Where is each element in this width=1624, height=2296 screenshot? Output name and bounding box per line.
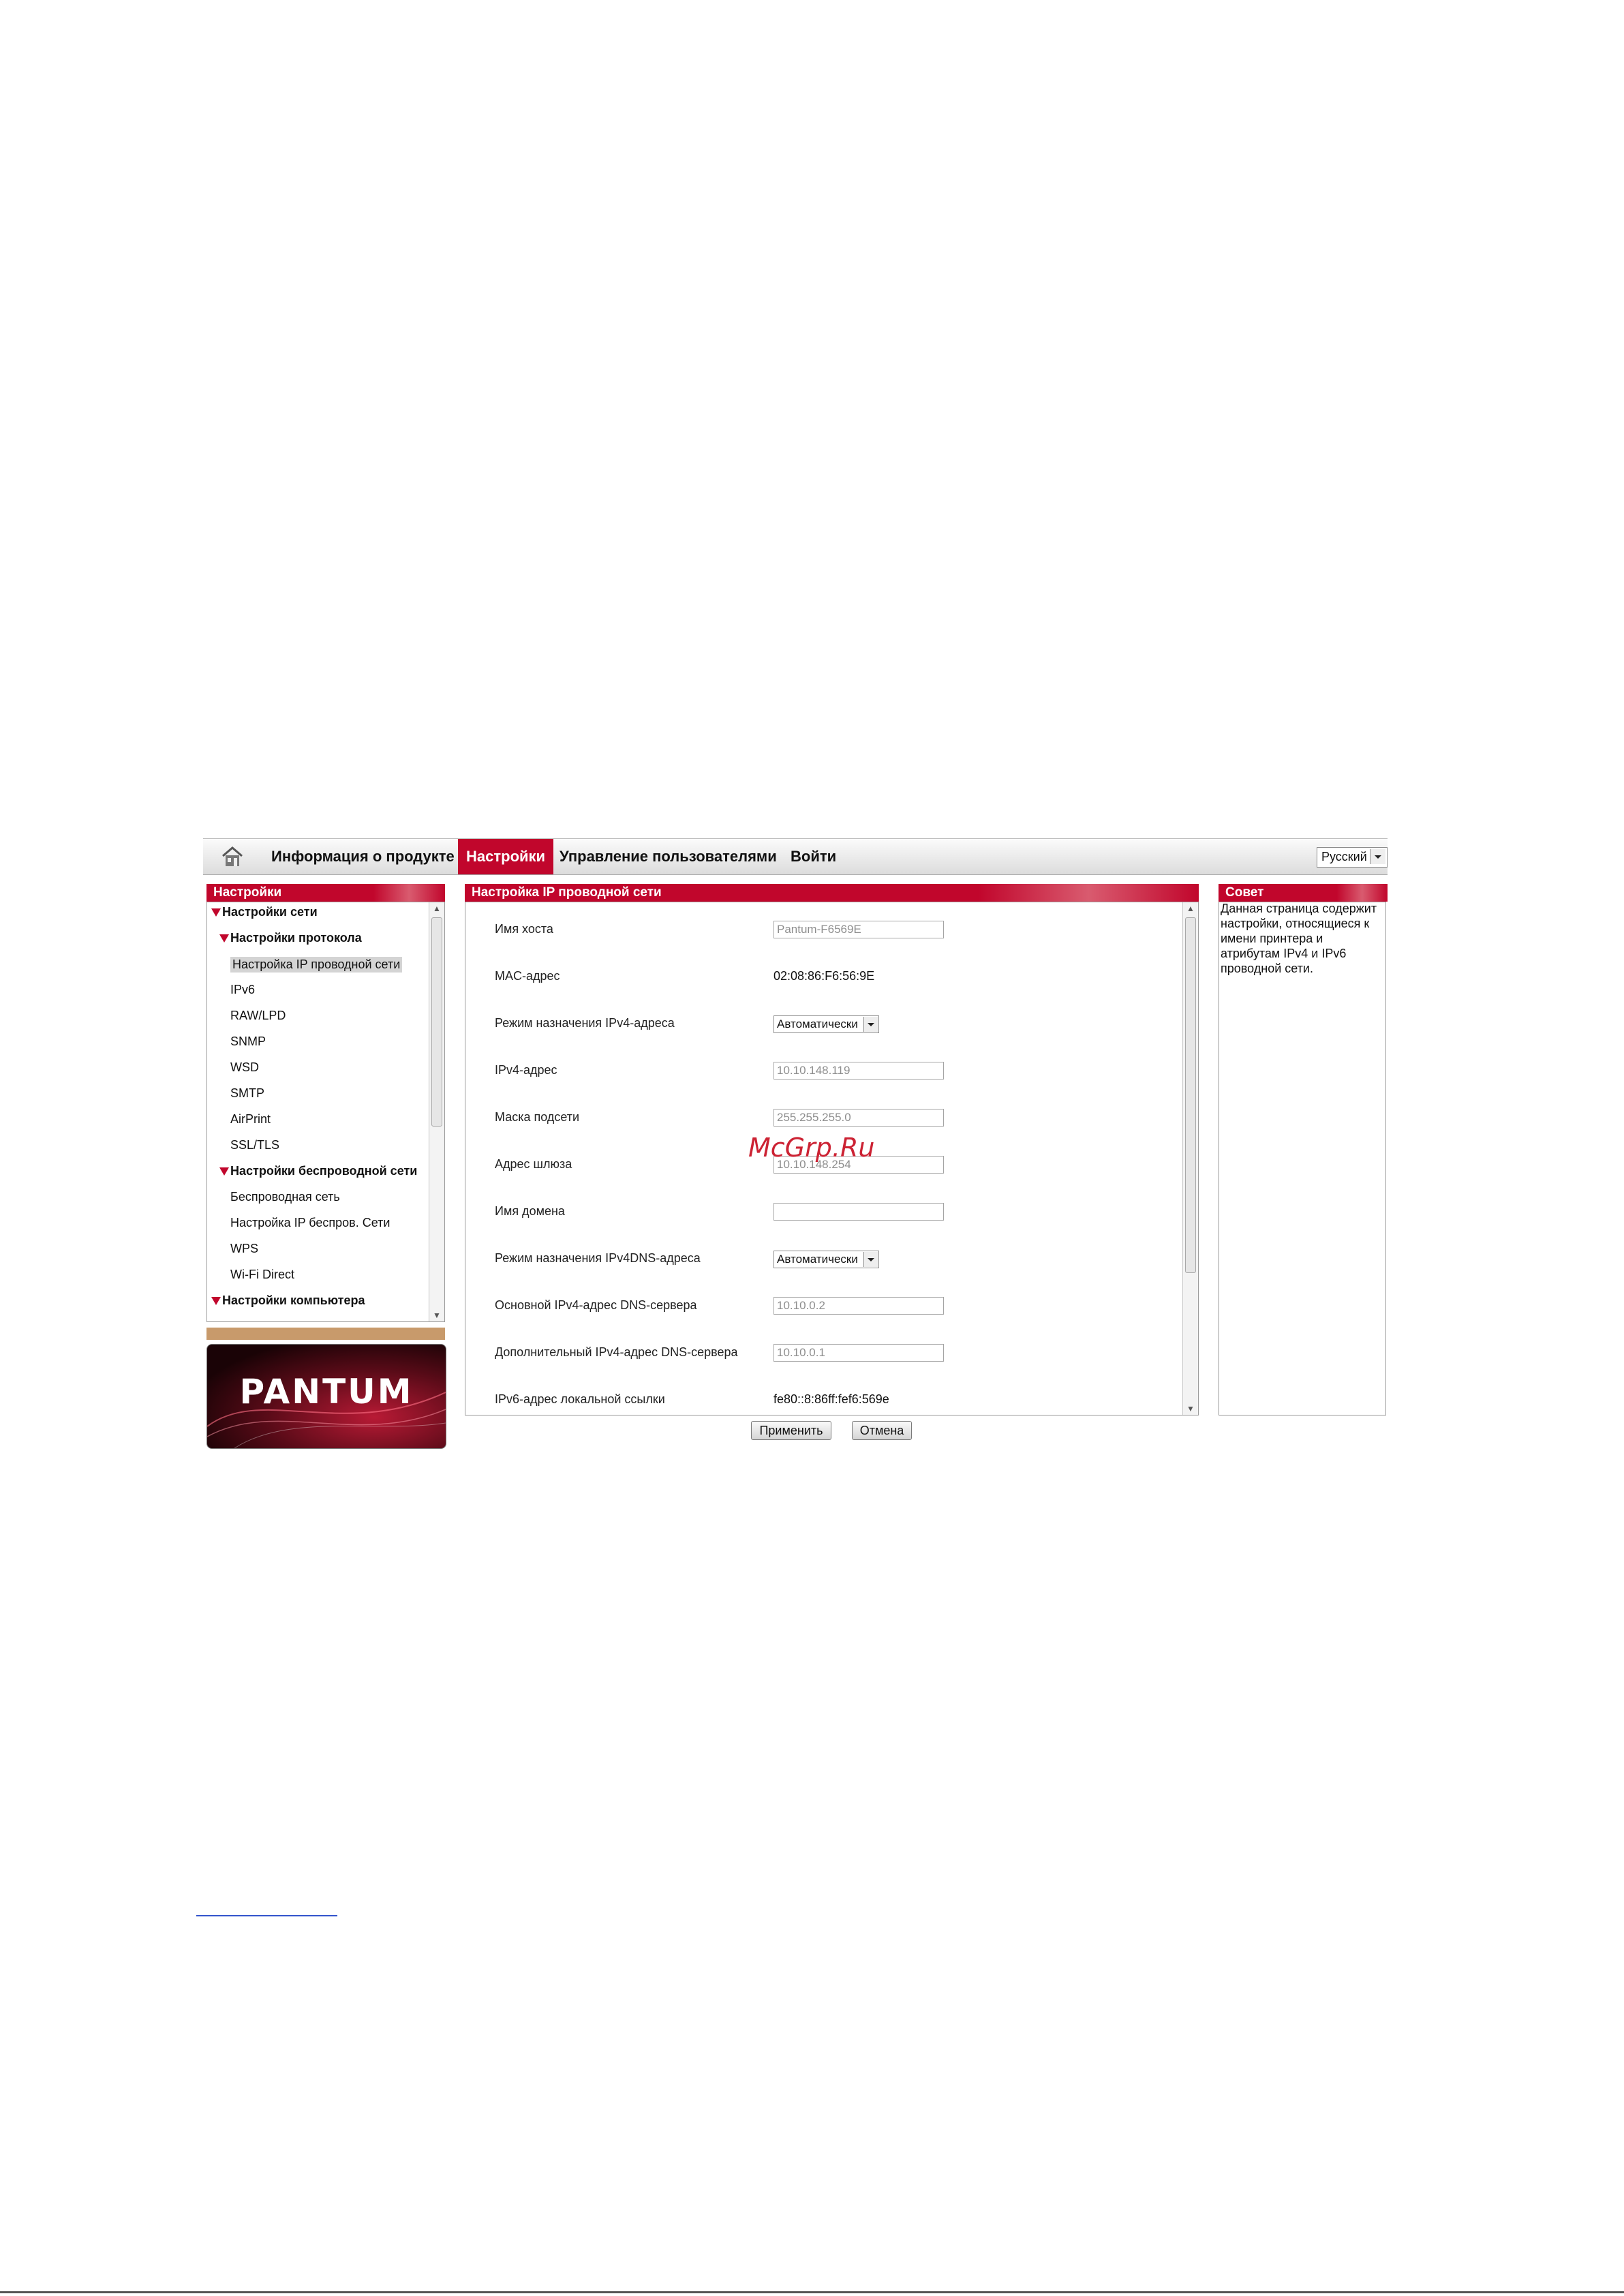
- form-text-input[interactable]: 10.10.0.2: [773, 1297, 944, 1315]
- sidebar-tree-item[interactable]: SNMP: [230, 1035, 266, 1049]
- sidebar-tree-item[interactable]: Настройка IP проводной сети: [230, 957, 403, 973]
- sidebar-tree-item[interactable]: Wi-Fi Direct: [230, 1268, 294, 1282]
- sidebar-tree-item[interactable]: WSD: [230, 1060, 259, 1075]
- language-select-value: Русский: [1321, 850, 1367, 863]
- sidebar-tree-label: Настройки компьютера: [222, 1294, 365, 1307]
- sidebar-tree-label: WSD: [230, 1060, 259, 1074]
- form-text-input[interactable]: Pantum-F6569E: [773, 921, 944, 938]
- sidebar-tree-item[interactable]: Настройка IP беспров. Сети: [230, 1216, 390, 1230]
- sidebar-tree-label: Настройки протокола: [230, 931, 362, 945]
- expand-triangle-icon[interactable]: [219, 934, 229, 943]
- home-icon[interactable]: [221, 846, 244, 868]
- sidebar-tree-label: WPS: [230, 1242, 259, 1255]
- form-select-value: Автоматически: [777, 1017, 858, 1030]
- form-select-value: Автоматически: [777, 1253, 858, 1266]
- chevron-down-icon: [863, 1252, 878, 1267]
- form-text-input[interactable]: 10.10.148.119: [773, 1062, 944, 1080]
- sidebar-tree-label: Настройка IP проводной сети: [232, 958, 401, 971]
- sidebar-tree-label: Настройки беспроводной сети: [230, 1164, 418, 1178]
- sidebar-tree-item[interactable]: Настройки беспроводной сети: [219, 1164, 417, 1178]
- hint-panel: [1219, 902, 1386, 1415]
- sidebar-tree-label: SNMP: [230, 1035, 266, 1048]
- sidebar-tree-label: Wi-Fi Direct: [230, 1268, 294, 1281]
- sidebar-tree-label: Беспроводная сеть: [230, 1190, 340, 1204]
- sidebar-tree-label: AirPrint: [230, 1112, 271, 1126]
- sidebar-tree-item[interactable]: RAW/LPD: [230, 1009, 286, 1023]
- hint-panel-title: Совет: [1219, 884, 1388, 902]
- sidebar-tree-item[interactable]: Настройки компьютера: [211, 1294, 365, 1308]
- form-field-label: Имя хоста: [495, 922, 553, 936]
- scroll-down-icon[interactable]: ▼: [429, 1309, 444, 1321]
- form-field-label: IPv4-адрес: [495, 1063, 557, 1077]
- pantum-logo: PANTUM: [206, 1344, 446, 1449]
- expand-triangle-icon[interactable]: [219, 1167, 229, 1176]
- sidebar-tree-label: Настройка IP беспров. Сети: [230, 1216, 390, 1229]
- scroll-up-icon[interactable]: ▲: [429, 902, 444, 915]
- watermark-text: McGrp.Ru: [748, 1133, 875, 1163]
- form-field-label: Основной IPv4-адрес DNS-сервера: [495, 1298, 697, 1312]
- form-field-label: IPv6-адрес локальной ссылки: [495, 1392, 665, 1406]
- nav-item-settings[interactable]: Настройки: [458, 839, 554, 874]
- form-field-label: Дополнительный IPv4-адрес DNS-сервера: [495, 1345, 738, 1359]
- scroll-up-icon[interactable]: ▲: [1183, 902, 1198, 915]
- page-bottom-border: [0, 2291, 1624, 2293]
- sidebar-tree-item[interactable]: WPS: [230, 1242, 258, 1256]
- sidebar-tree-item[interactable]: AirPrint: [230, 1112, 271, 1127]
- language-select[interactable]: Русский: [1317, 847, 1388, 868]
- sidebar-tree-item[interactable]: Настройки протокола: [219, 931, 362, 945]
- sidebar-title: Настройки: [206, 884, 445, 902]
- expand-triangle-icon[interactable]: [211, 908, 221, 917]
- sidebar-tree-item[interactable]: SMTP: [230, 1086, 264, 1101]
- sidebar-tree-item[interactable]: Беспроводная сеть: [230, 1190, 340, 1204]
- form-text-input[interactable]: 255.255.255.0: [773, 1109, 944, 1127]
- chevron-down-icon: [863, 1017, 878, 1032]
- nav-item-login[interactable]: Войти: [791, 839, 836, 874]
- sidebar-tree-label: SSL/TLS: [230, 1138, 280, 1152]
- sidebar-tree-item[interactable]: Настройки сети: [211, 905, 318, 919]
- expand-triangle-icon[interactable]: [211, 1297, 221, 1306]
- nav-item-product-info[interactable]: Информация о продукте: [271, 839, 455, 874]
- scroll-down-icon[interactable]: ▼: [1183, 1403, 1198, 1415]
- form-field-label: Маска подсети: [495, 1110, 580, 1124]
- top-navigation-bar: Информация о продукте Настройки Управлен…: [203, 838, 1388, 875]
- form-field-label: Режим назначения IPv4-адреса: [495, 1016, 675, 1030]
- sidebar-scrollbar[interactable]: ▲ ▼: [429, 902, 444, 1321]
- sidebar-tree-label: IPv6: [230, 983, 256, 996]
- sidebar-scrollbar-thumb[interactable]: [431, 917, 442, 1127]
- main-scrollbar-thumb[interactable]: [1185, 917, 1196, 1273]
- form-text-input[interactable]: [773, 1203, 944, 1221]
- logo-text: PANTUM: [239, 1372, 414, 1411]
- form-field-label: Режим назначения IPv4DNS-адреса: [495, 1251, 701, 1265]
- footnote-separator: [196, 1915, 337, 1916]
- nav-item-user-management[interactable]: Управление пользователями: [560, 839, 777, 874]
- main-panel-title: Настройка IP проводной сети: [465, 884, 1199, 902]
- form-select[interactable]: Автоматически: [773, 1015, 879, 1033]
- form-field-label: Адрес шлюза: [495, 1157, 572, 1171]
- hint-text: Данная страница содержит настройки, отно…: [1221, 902, 1377, 975]
- form-readonly-value: 02:08:86:F6:56:9E: [773, 969, 875, 983]
- form-select[interactable]: Автоматически: [773, 1251, 879, 1268]
- sidebar-decorative-strip: [206, 1328, 445, 1340]
- sidebar-tree-item[interactable]: SSL/TLS: [230, 1138, 279, 1152]
- sidebar-tree-label: Настройки сети: [222, 905, 318, 919]
- cancel-button[interactable]: Отмена: [852, 1421, 912, 1440]
- form-text-input[interactable]: 10.10.0.1: [773, 1344, 944, 1362]
- form-readonly-value: fe80::8:86ff:fef6:569e: [773, 1392, 889, 1406]
- form-field-label: Имя домена: [495, 1204, 565, 1218]
- chevron-down-icon: [1370, 849, 1385, 864]
- apply-button[interactable]: Применить: [751, 1421, 831, 1440]
- sidebar-tree-label: RAW/LPD: [230, 1009, 286, 1022]
- form-field-label: MAC-адрес: [495, 969, 560, 983]
- main-scrollbar[interactable]: ▲ ▼: [1182, 902, 1198, 1415]
- sidebar-tree-label: SMTP: [230, 1086, 265, 1100]
- sidebar-tree-item[interactable]: IPv6: [230, 983, 255, 997]
